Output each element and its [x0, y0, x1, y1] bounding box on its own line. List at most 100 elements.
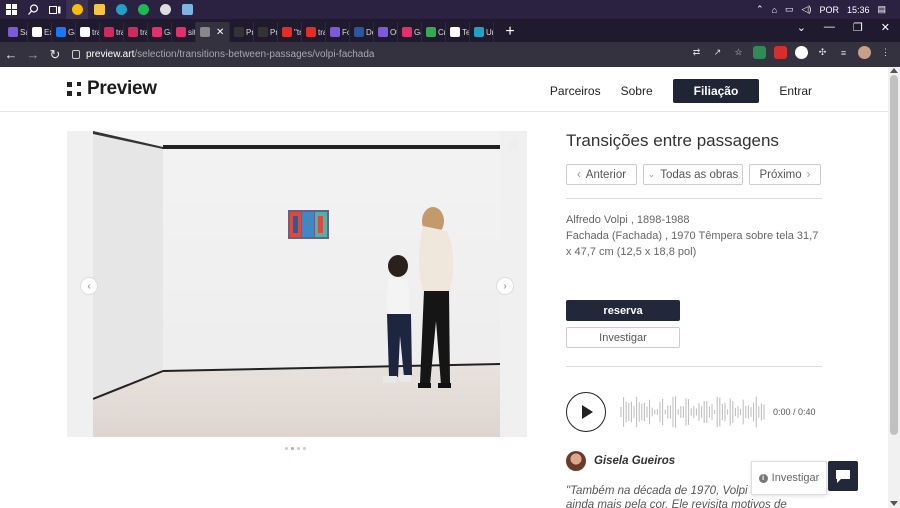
minimize-icon[interactable]: — [824, 21, 835, 34]
chrome-app-icon[interactable] [66, 0, 88, 19]
web-page: Preview Parceiros Sobre Filiação Entrar [0, 67, 888, 508]
floating-investigate-button[interactable]: i Investigar [751, 461, 827, 495]
artwork-pager: ‹ Anterior ⌄ Todas as obras Próximo › [566, 164, 822, 185]
all-works-button[interactable]: ⌄ Todas as obras [643, 164, 743, 185]
browser-tab[interactable]: Ot [374, 22, 398, 42]
browser-tab[interactable]: Cr [422, 22, 446, 42]
author-name: Gisela Gueiros [594, 455, 676, 467]
browser-tab[interactable]: tra [302, 22, 326, 42]
slide-dot[interactable] [291, 447, 294, 450]
edge-icon[interactable] [110, 0, 132, 19]
close-window-icon[interactable]: ✕ [881, 21, 890, 34]
volume-icon[interactable]: ◁) [802, 4, 812, 15]
slide-dot[interactable] [285, 447, 288, 450]
search-icon[interactable] [22, 0, 44, 19]
tab-label: Ga [164, 27, 171, 37]
back-icon[interactable]: ← [0, 42, 22, 67]
restore-icon[interactable]: ❐ [853, 21, 863, 34]
artist-line: Alfredo Volpi , 1898-1988 [566, 214, 690, 226]
artwork-title: Transições entre passagens [566, 131, 779, 150]
browser-tab[interactable]: Fo [326, 22, 350, 42]
notes-app-icon[interactable] [176, 0, 198, 19]
browser-tab[interactable]: tra [124, 22, 148, 42]
tab-favicon-icon [402, 27, 412, 37]
previous-button[interactable]: ‹ Anterior [566, 164, 637, 185]
translate-icon[interactable]: ⇄ [690, 46, 703, 59]
reserve-button[interactable]: reserva [566, 300, 680, 321]
tab-search-icon[interactable]: ⌄ [797, 21, 806, 34]
browser-tab[interactable]: Ga [52, 22, 76, 42]
task-view-icon[interactable] [44, 0, 66, 19]
slideshow-expand-icon[interactable] [508, 140, 518, 150]
page-scrollbar[interactable] [888, 67, 900, 508]
more-menu-icon[interactable]: ⋮ [879, 46, 892, 59]
slideshow-prev-arrow[interactable]: ‹ [80, 277, 98, 295]
tab-label: Ga [68, 27, 75, 37]
file-explorer-icon[interactable] [88, 0, 110, 19]
reload-icon[interactable]: ↻ [44, 42, 66, 67]
address-bar[interactable]: preview.art/selection/transitions-betwee… [72, 49, 652, 60]
audio-waveform[interactable] [619, 384, 767, 440]
browser-tab[interactable]: Ex [28, 22, 52, 42]
browser-tab[interactable]: tra [100, 22, 124, 42]
tab-label: tra [318, 27, 325, 37]
scroll-down-arrow[interactable] [890, 501, 898, 506]
tab-favicon-icon [354, 27, 364, 37]
divider [566, 366, 822, 367]
extension-avatar-icon[interactable] [795, 46, 808, 59]
logo-mark-icon [67, 82, 81, 96]
bookmark-star-icon[interactable]: ☆ [732, 46, 745, 59]
browser-tab[interactable]: Dc [350, 22, 374, 42]
forward-icon[interactable]: → [22, 42, 44, 67]
profile-avatar-icon[interactable] [858, 46, 871, 59]
chat-button[interactable] [828, 461, 858, 491]
browser-tab[interactable]: "tr [278, 22, 302, 42]
app-icon[interactable] [154, 0, 176, 19]
extension-red-icon[interactable] [774, 46, 787, 59]
nav-partners[interactable]: Parceiros [550, 84, 601, 98]
windows-start-icon[interactable] [0, 0, 22, 19]
extensions-puzzle-icon[interactable]: ✣ [816, 46, 829, 59]
tab-label: Dc [366, 27, 373, 37]
slide-dot[interactable] [297, 447, 300, 450]
tab-label: Pr [270, 27, 278, 37]
slideshow-next-arrow[interactable]: › [496, 277, 514, 295]
browser-tab[interactable]: Ga [148, 22, 172, 42]
play-button[interactable] [566, 392, 606, 432]
browser-tab[interactable]: Te [446, 22, 470, 42]
extension-green-icon[interactable] [753, 46, 766, 59]
scrollbar-thumb[interactable] [890, 75, 898, 435]
slide-dot[interactable] [303, 447, 306, 450]
network-icon[interactable]: ⌂ [772, 5, 777, 15]
notifications-icon[interactable]: ▤ [877, 4, 886, 15]
browser-tab[interactable]: Sa [4, 22, 28, 42]
spotify-icon[interactable] [132, 0, 154, 19]
investigate-button[interactable]: Investigar [566, 327, 680, 348]
chevron-up-icon[interactable]: ⌃ [756, 4, 764, 15]
browser-tab[interactable]: Ga [398, 22, 422, 42]
login-link[interactable]: Entrar [779, 84, 812, 98]
play-icon [582, 405, 593, 419]
membership-button[interactable]: Filiação [672, 79, 760, 103]
language-indicator[interactable]: POR [819, 5, 839, 15]
tab-label: Ot [390, 27, 398, 37]
site-logo[interactable]: Preview [67, 78, 157, 100]
tab-favicon-icon [32, 27, 42, 37]
nav-about[interactable]: Sobre [621, 84, 653, 98]
browser-tab[interactable]: tra [76, 22, 100, 42]
browser-tab[interactable]: Pr [254, 22, 278, 42]
chat-bubble-icon [836, 470, 850, 483]
new-tab-icon[interactable]: + [500, 22, 520, 42]
browser-tab[interactable]: Un [470, 22, 494, 42]
browser-tab[interactable]: sit [172, 22, 196, 42]
browser-tab[interactable]: ✕ [196, 22, 230, 42]
media-queue-icon[interactable]: ≡ [837, 46, 850, 59]
share-icon[interactable]: ↗ [711, 46, 724, 59]
scroll-up-arrow[interactable] [890, 68, 898, 73]
next-button[interactable]: Próximo › [749, 164, 821, 185]
browser-tab[interactable]: Pr [230, 22, 254, 42]
clock[interactable]: 15:36 [847, 5, 870, 15]
close-tab-icon[interactable]: ✕ [216, 27, 224, 38]
battery-icon[interactable]: ▭ [785, 4, 794, 15]
url-path: /selection/transitions-between-passages/… [134, 49, 375, 60]
